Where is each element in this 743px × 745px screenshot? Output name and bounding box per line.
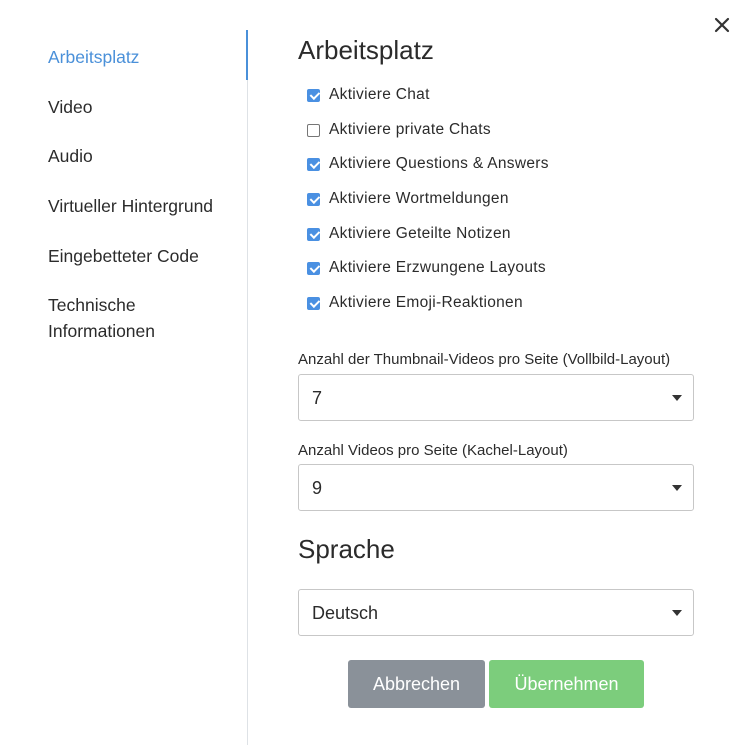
checkbox-questions-answers[interactable] xyxy=(307,157,320,171)
thumbnails-per-page-label: Anzahl der Thumbnail-Videos pro Seite (V… xyxy=(298,351,671,368)
close-icon[interactable] xyxy=(710,13,734,37)
checkbox-private-chats[interactable] xyxy=(307,123,320,137)
checkbox-shared-notes[interactable] xyxy=(307,227,320,241)
sidebar-item-virtual-background[interactable]: Virtueller Hintergrund xyxy=(48,193,213,219)
checkbox-label: Aktiviere private Chats xyxy=(329,121,491,138)
settings-sidebar: Arbeitsplatz Video Audio Virtueller Hint… xyxy=(0,0,248,745)
cancel-button[interactable]: Abbrechen xyxy=(348,660,485,708)
sidebar-divider xyxy=(247,30,248,745)
select-value: 7 xyxy=(312,388,323,408)
checkbox-row-questions-answers[interactable]: Aktiviere Questions & Answers xyxy=(307,154,549,174)
checkbox-emoji-reactions[interactable] xyxy=(307,296,320,310)
workspace-title: Arbeitsplatz xyxy=(298,35,434,65)
language-select[interactable]: Deutsch xyxy=(298,589,694,636)
checkbox-label: Aktiviere Wortmeldungen xyxy=(329,190,509,207)
chevron-down-icon xyxy=(672,485,682,491)
videos-per-page-label: Anzahl Videos pro Seite (Kachel-Layout) xyxy=(298,442,568,459)
settings-dialog: Arbeitsplatz Video Audio Virtueller Hint… xyxy=(0,0,743,745)
checkbox-forced-layouts[interactable] xyxy=(307,261,320,275)
checkbox-row-forced-layouts[interactable]: Aktiviere Erzwungene Layouts xyxy=(307,258,546,278)
sidebar-active-indicator xyxy=(246,30,248,80)
checkbox-row-wortmeldungen[interactable]: Aktiviere Wortmeldungen xyxy=(307,189,509,209)
sidebar-item-video[interactable]: Video xyxy=(48,94,92,120)
sidebar-item-embedded-code[interactable]: Eingebetteter Code xyxy=(48,243,199,269)
checkbox-chat[interactable] xyxy=(307,88,320,102)
checkbox-label: Aktiviere Questions & Answers xyxy=(329,155,549,172)
videos-per-page-select[interactable]: 9 xyxy=(298,464,694,511)
checkbox-wortmeldungen[interactable] xyxy=(307,192,320,206)
select-value: 9 xyxy=(312,478,323,498)
checkbox-row-private-chats[interactable]: Aktiviere private Chats xyxy=(307,120,491,140)
checkbox-row-emoji-reactions[interactable]: Aktiviere Emoji-Reaktionen xyxy=(307,293,523,313)
checkbox-row-shared-notes[interactable]: Aktiviere Geteilte Notizen xyxy=(307,224,511,244)
sidebar-item-audio[interactable]: Audio xyxy=(48,143,93,169)
checkbox-label: Aktiviere Chat xyxy=(329,86,430,103)
thumbnails-per-page-select[interactable]: 7 xyxy=(298,374,694,421)
checkbox-label: Aktiviere Geteilte Notizen xyxy=(329,225,511,242)
checkbox-row-chat[interactable]: Aktiviere Chat xyxy=(307,85,430,105)
chevron-down-icon xyxy=(672,610,682,616)
checkbox-label: Aktiviere Emoji-Reaktionen xyxy=(329,294,523,311)
select-value: Deutsch xyxy=(312,603,379,623)
chevron-down-icon xyxy=(672,395,682,401)
sidebar-item-technical-info[interactable]: Technische Informationen xyxy=(48,292,228,344)
apply-button[interactable]: Übernehmen xyxy=(489,660,644,708)
language-title: Sprache xyxy=(298,534,395,564)
checkbox-label: Aktiviere Erzwungene Layouts xyxy=(329,259,546,276)
sidebar-item-arbeitsplatz[interactable]: Arbeitsplatz xyxy=(48,44,139,70)
